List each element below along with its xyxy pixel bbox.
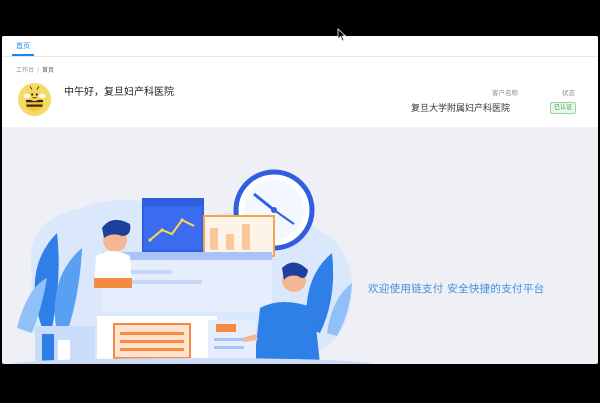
welcome-slogan: 欢迎使用链支付 安全快捷的支付平台 xyxy=(368,283,545,295)
welcome-banner: 欢迎使用链支付 安全快捷的支付平台 xyxy=(2,128,598,364)
tab-home[interactable]: 首页 xyxy=(12,38,34,56)
breadcrumb-separator: / xyxy=(37,67,40,74)
breadcrumb: 工作台 / 首页 xyxy=(16,65,54,74)
breadcrumb-workbench[interactable]: 工作台 xyxy=(16,67,34,74)
customer-name-value: 复旦大学附属妇产科医院 xyxy=(411,104,511,114)
customer-name-label: 客户名称 xyxy=(492,89,518,97)
welcome-header-card: 工作台 / 首页 中午好，复旦妇产科医院 客户名称 状态 复旦大学附属妇产科医院 已 xyxy=(2,57,598,127)
status-badge: 已认证 xyxy=(550,102,577,114)
greeting-text: 中午好，复旦妇产科医院 xyxy=(64,87,174,98)
banner-illustration xyxy=(12,169,372,364)
status-label: 状态 xyxy=(562,89,575,97)
app-window: 首页 工作台 / 首页 中午好，复旦妇产科医院 客户名称 状态 复旦大学附属妇产… xyxy=(2,36,598,364)
tab-bar: 首页 xyxy=(2,36,598,57)
breadcrumb-current: 首页 xyxy=(42,67,55,74)
mouse-cursor-icon xyxy=(337,28,347,42)
bee-avatar-icon xyxy=(18,83,51,116)
